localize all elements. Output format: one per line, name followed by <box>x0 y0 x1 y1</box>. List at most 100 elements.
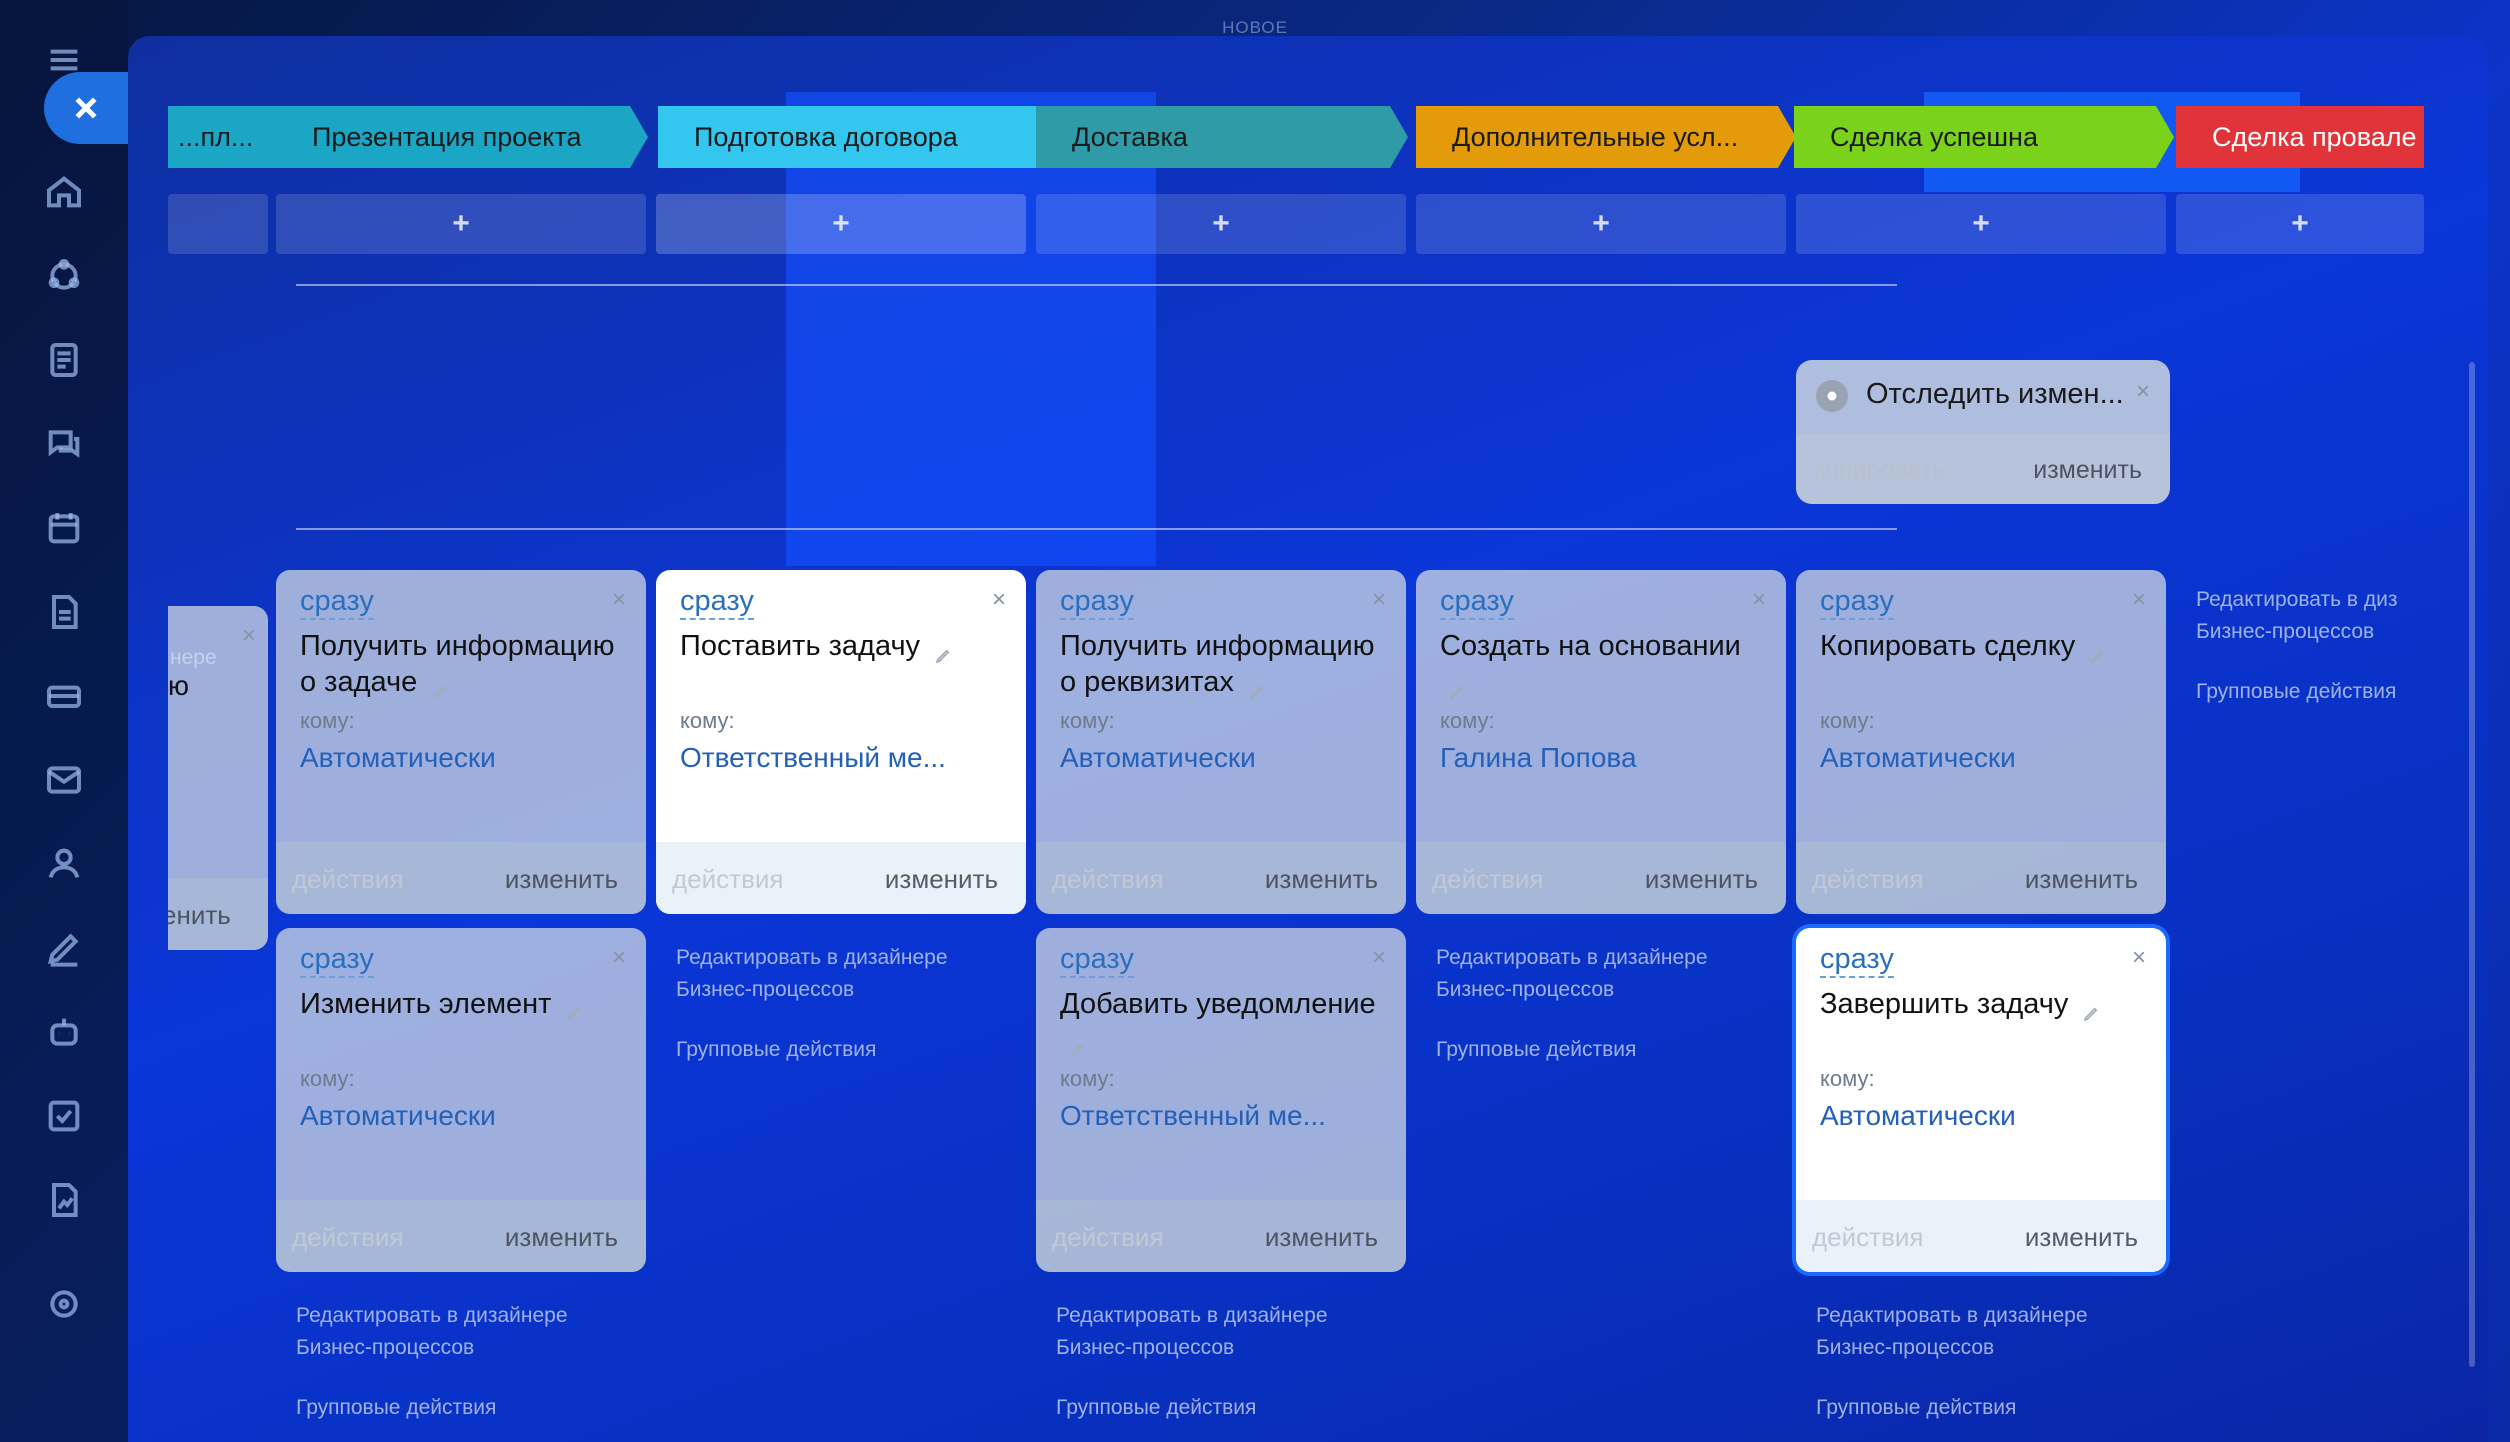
close-icon[interactable]: × <box>2132 586 2146 614</box>
robot-card[interactable]: сразу × Получить информацию о реквизитах… <box>1036 570 1406 914</box>
pencil-icon[interactable] <box>565 996 583 1022</box>
edit-in-designer-link[interactable]: Редактировать в дизайнере Бизнес-процесс… <box>296 1304 568 1359</box>
robot-card[interactable]: сразу × Поставить задачу кому: Ответстве… <box>656 570 1026 914</box>
edit-link[interactable]: изменить <box>2025 864 2138 895</box>
group-actions-link[interactable]: Групповые действия <box>1816 1392 2156 1424</box>
group-actions-link[interactable]: Групповые действия <box>676 1034 1016 1066</box>
stage-success[interactable]: Сделка успешна <box>1794 106 2174 168</box>
group-actions-link[interactable]: Групповые действия <box>296 1392 636 1424</box>
edit-link[interactable]: изменить <box>2033 456 2142 485</box>
robot-card[interactable]: сразу × Получить информацию о задаче ком… <box>276 570 646 914</box>
robot-card[interactable]: сразу × Создать на основании кому: Галин… <box>1416 570 1786 914</box>
actions-link[interactable]: действия <box>672 864 783 895</box>
settings-icon[interactable] <box>40 1280 88 1328</box>
add-trigger-partial[interactable] <box>168 194 268 254</box>
close-icon[interactable]: × <box>2136 378 2150 406</box>
reports-icon[interactable] <box>40 1176 88 1224</box>
edit-link[interactable]: изменить <box>1265 1222 1378 1253</box>
robot-delay[interactable]: сразу <box>1060 942 1134 978</box>
group-actions-link[interactable]: Групповые действия <box>1056 1392 1396 1424</box>
robot-delay[interactable]: сразу <box>300 584 374 620</box>
actions-link[interactable]: действия <box>292 864 403 895</box>
pencil-icon[interactable] <box>2089 638 2107 664</box>
home-icon[interactable] <box>40 168 88 216</box>
edit-in-designer-link[interactable]: Редактировать в дизайнере Бизнес-процесс… <box>676 946 948 1001</box>
close-icon[interactable]: × <box>1372 586 1386 614</box>
tasks-icon[interactable] <box>40 1092 88 1140</box>
crm-icon[interactable] <box>40 252 88 300</box>
pencil-icon[interactable] <box>1248 674 1266 700</box>
add-trigger-button[interactable]: + <box>276 194 646 254</box>
robot-card[interactable]: сразу × Завершить задачу кому: Автоматич… <box>1796 928 2166 1272</box>
close-icon[interactable]: × <box>1752 586 1766 614</box>
robot-delay[interactable]: сразу <box>1820 584 1894 620</box>
designer-link-partial[interactable]: нере <box>170 642 217 674</box>
group-actions-link[interactable]: Групповые действия <box>1436 1034 1776 1066</box>
edit-link[interactable]: изменить <box>505 1222 618 1253</box>
pencil-icon[interactable] <box>1068 1032 1086 1058</box>
actions-link[interactable]: действия <box>1432 864 1543 895</box>
app-sidebar <box>0 0 128 1442</box>
feed-icon[interactable] <box>40 336 88 384</box>
designer-links: Редактировать в дизайнере Бизнес-процесс… <box>1436 942 1776 1066</box>
actions-link[interactable]: действия <box>1052 864 1163 895</box>
edit-link[interactable]: изменить <box>1265 864 1378 895</box>
calendar-icon[interactable] <box>40 504 88 552</box>
chat-icon[interactable] <box>40 420 88 468</box>
pencil-icon[interactable] <box>2082 996 2100 1022</box>
drive-icon[interactable] <box>40 672 88 720</box>
edit-link[interactable]: изменить <box>885 864 998 895</box>
stage-delivery[interactable]: Доставка <box>1036 106 1408 168</box>
close-icon[interactable]: × <box>242 622 256 650</box>
actions-link[interactable]: действия <box>1812 1222 1923 1253</box>
designer-links: Редактировать в диз Бизнес-процессов Гру… <box>2196 584 2436 708</box>
add-trigger-button[interactable]: + <box>1036 194 1406 254</box>
close-icon[interactable]: × <box>612 586 626 614</box>
close-icon[interactable]: × <box>2132 944 2146 972</box>
actions-link[interactable]: действия <box>292 1222 403 1253</box>
stage-failed[interactable]: Сделка провале <box>2176 106 2424 168</box>
stage-presentation[interactable]: Презентация проекта <box>276 106 648 168</box>
card-footer: действия изменить <box>276 842 646 914</box>
trigger-card[interactable]: Отследить измен... × копировать изменить <box>1796 360 2170 504</box>
edit-link[interactable]: изменить <box>2025 1222 2138 1253</box>
edit-in-designer-link[interactable]: Редактировать в дизайнере Бизнес-процесс… <box>1816 1304 2088 1359</box>
pencil-icon[interactable] <box>934 638 952 664</box>
close-icon[interactable]: × <box>992 586 1006 614</box>
mail-icon[interactable] <box>40 756 88 804</box>
close-button[interactable] <box>44 72 128 144</box>
robot-delay[interactable]: сразу <box>1060 584 1134 620</box>
card-footer: действия изменить <box>1796 1200 2166 1272</box>
stage-additional[interactable]: Дополнительные усл... <box>1416 106 1796 168</box>
edit-link[interactable]: енить <box>168 900 231 931</box>
robot-delay[interactable]: сразу <box>680 584 754 620</box>
edit-link[interactable]: изменить <box>505 864 618 895</box>
actions-link[interactable]: действия <box>1052 1222 1163 1253</box>
robot-icon[interactable] <box>40 1008 88 1056</box>
close-icon[interactable]: × <box>612 944 626 972</box>
add-trigger-button[interactable]: + <box>1416 194 1786 254</box>
robot-delay[interactable]: сразу <box>300 942 374 978</box>
robot-card[interactable]: сразу × Копировать сделку кому: Автомати… <box>1796 570 2166 914</box>
contacts-icon[interactable] <box>40 840 88 888</box>
sign-icon[interactable] <box>40 924 88 972</box>
document-icon[interactable] <box>40 588 88 636</box>
pencil-icon[interactable] <box>1448 674 1466 700</box>
robot-delay[interactable]: сразу <box>1820 942 1894 978</box>
edit-in-designer-link[interactable]: Редактировать в дизайнере Бизнес-процесс… <box>1436 946 1708 1001</box>
copy-link[interactable]: копировать <box>1814 456 1945 485</box>
add-trigger-button[interactable]: + <box>1796 194 2166 254</box>
close-icon[interactable]: × <box>1372 944 1386 972</box>
edit-in-designer-link[interactable]: Редактировать в диз Бизнес-процессов <box>2196 588 2398 643</box>
edit-in-designer-link[interactable]: Редактировать в дизайнере Бизнес-процесс… <box>1056 1304 1328 1359</box>
pencil-icon[interactable] <box>431 674 449 700</box>
group-actions-link[interactable]: Групповые действия <box>2196 676 2436 708</box>
edit-link[interactable]: изменить <box>1645 864 1758 895</box>
add-trigger-button[interactable]: + <box>656 194 1026 254</box>
robot-card[interactable]: сразу × Добавить уведомление кому: Ответ… <box>1036 928 1406 1272</box>
robot-card[interactable]: сразу × Изменить элемент кому: Автоматич… <box>276 928 646 1272</box>
robot-delay[interactable]: сразу <box>1440 584 1514 620</box>
actions-link[interactable]: действия <box>1812 864 1923 895</box>
vertical-scrollbar[interactable] <box>2469 362 2475 1367</box>
add-trigger-button[interactable]: + <box>2176 194 2424 254</box>
